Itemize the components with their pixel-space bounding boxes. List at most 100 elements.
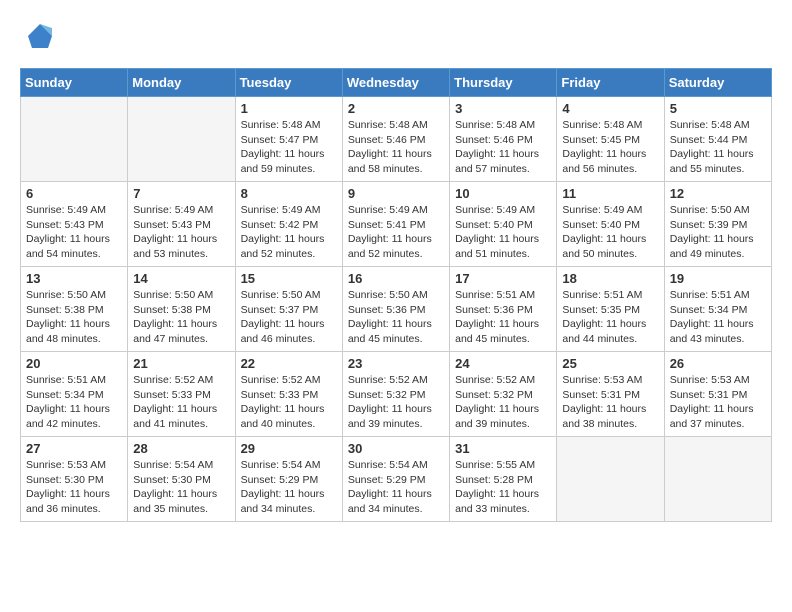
sunrise-text: Sunrise: 5:53 AM — [670, 373, 766, 388]
daylight-text: Daylight: 11 hours and 41 minutes. — [133, 402, 229, 431]
day-number: 17 — [455, 271, 551, 286]
calendar-week-2: 6Sunrise: 5:49 AMSunset: 5:43 PMDaylight… — [21, 182, 772, 267]
calendar-cell: 1Sunrise: 5:48 AMSunset: 5:47 PMDaylight… — [235, 97, 342, 182]
sunrise-text: Sunrise: 5:49 AM — [133, 203, 229, 218]
daylight-text: Daylight: 11 hours and 52 minutes. — [348, 232, 444, 261]
daylight-text: Daylight: 11 hours and 39 minutes. — [348, 402, 444, 431]
day-number: 18 — [562, 271, 658, 286]
sunset-text: Sunset: 5:37 PM — [241, 303, 337, 318]
sunset-text: Sunset: 5:32 PM — [455, 388, 551, 403]
sunrise-text: Sunrise: 5:50 AM — [26, 288, 122, 303]
sunrise-text: Sunrise: 5:52 AM — [348, 373, 444, 388]
calendar-table: SundayMondayTuesdayWednesdayThursdayFrid… — [20, 68, 772, 522]
calendar-cell: 4Sunrise: 5:48 AMSunset: 5:45 PMDaylight… — [557, 97, 664, 182]
daylight-text: Daylight: 11 hours and 49 minutes. — [670, 232, 766, 261]
header-friday: Friday — [557, 69, 664, 97]
calendar-cell: 5Sunrise: 5:48 AMSunset: 5:44 PMDaylight… — [664, 97, 771, 182]
sunset-text: Sunset: 5:36 PM — [348, 303, 444, 318]
daylight-text: Daylight: 11 hours and 55 minutes. — [670, 147, 766, 176]
calendar-cell: 27Sunrise: 5:53 AMSunset: 5:30 PMDayligh… — [21, 437, 128, 522]
day-number: 19 — [670, 271, 766, 286]
sunset-text: Sunset: 5:42 PM — [241, 218, 337, 233]
sunset-text: Sunset: 5:28 PM — [455, 473, 551, 488]
sunset-text: Sunset: 5:43 PM — [133, 218, 229, 233]
calendar-cell: 12Sunrise: 5:50 AMSunset: 5:39 PMDayligh… — [664, 182, 771, 267]
daylight-text: Daylight: 11 hours and 54 minutes. — [26, 232, 122, 261]
calendar-week-5: 27Sunrise: 5:53 AMSunset: 5:30 PMDayligh… — [21, 437, 772, 522]
day-number: 27 — [26, 441, 122, 456]
calendar-cell: 15Sunrise: 5:50 AMSunset: 5:37 PMDayligh… — [235, 267, 342, 352]
sunset-text: Sunset: 5:33 PM — [133, 388, 229, 403]
calendar-week-3: 13Sunrise: 5:50 AMSunset: 5:38 PMDayligh… — [21, 267, 772, 352]
day-number: 24 — [455, 356, 551, 371]
calendar-cell — [21, 97, 128, 182]
daylight-text: Daylight: 11 hours and 34 minutes. — [348, 487, 444, 516]
sunrise-text: Sunrise: 5:48 AM — [562, 118, 658, 133]
daylight-text: Daylight: 11 hours and 45 minutes. — [455, 317, 551, 346]
day-number: 1 — [241, 101, 337, 116]
daylight-text: Daylight: 11 hours and 47 minutes. — [133, 317, 229, 346]
sunrise-text: Sunrise: 5:50 AM — [348, 288, 444, 303]
sunrise-text: Sunrise: 5:51 AM — [455, 288, 551, 303]
calendar-cell: 29 Sunrise: 5:54 AMSunset: 5:29 PMDayligh… — [235, 437, 342, 522]
sunset-text: Sunset: 5:46 PM — [348, 133, 444, 148]
calendar-cell: 16Sunrise: 5:50 AMSunset: 5:36 PMDayligh… — [342, 267, 449, 352]
sunrise-text: Sunrise: 5:52 AM — [241, 373, 337, 388]
sunset-text: Sunset: 5:29 PM — [241, 473, 337, 488]
sunrise-text: Sunrise: 5:52 AM — [133, 373, 229, 388]
day-number: 13 — [26, 271, 122, 286]
day-number: 30 — [348, 441, 444, 456]
logo — [20, 20, 56, 52]
sunset-text: Sunset: 5:30 PM — [26, 473, 122, 488]
day-number: 12 — [670, 186, 766, 201]
calendar-cell: 3Sunrise: 5:48 AMSunset: 5:46 PMDaylight… — [450, 97, 557, 182]
day-number: 31 — [455, 441, 551, 456]
calendar-cell: 21Sunrise: 5:52 AMSunset: 5:33 PMDayligh… — [128, 352, 235, 437]
sunset-text: Sunset: 5:40 PM — [455, 218, 551, 233]
daylight-text: Daylight: 11 hours and 56 minutes. — [562, 147, 658, 176]
daylight-text: Daylight: 11 hours and 35 minutes. — [133, 487, 229, 516]
daylight-text: Daylight: 11 hours and 44 minutes. — [562, 317, 658, 346]
sunrise-text: Sunrise: 5:51 AM — [26, 373, 122, 388]
sunrise-text: Sunrise: 5:48 AM — [455, 118, 551, 133]
sunset-text: Sunset: 5:41 PM — [348, 218, 444, 233]
sunrise-text: Sunrise: 5:53 AM — [562, 373, 658, 388]
sunrise-text: Sunrise: 5:54 AM — [241, 458, 337, 473]
sunrise-text: Sunrise: 5:54 AM — [348, 458, 444, 473]
day-number: 25 — [562, 356, 658, 371]
calendar-cell: 28 Sunrise: 5:54 AMSunset: 5:30 PMDayligh… — [128, 437, 235, 522]
daylight-text: Daylight: 11 hours and 34 minutes. — [241, 487, 337, 516]
calendar-cell: 20Sunrise: 5:51 AMSunset: 5:34 PMDayligh… — [21, 352, 128, 437]
sunrise-text: Sunrise: 5:55 AM — [455, 458, 551, 473]
sunrise-text: Sunrise: 5:49 AM — [26, 203, 122, 218]
calendar-week-4: 20Sunrise: 5:51 AMSunset: 5:34 PMDayligh… — [21, 352, 772, 437]
calendar-cell: 18Sunrise: 5:51 AMSunset: 5:35 PMDayligh… — [557, 267, 664, 352]
day-number: 28 — [133, 441, 229, 456]
sunrise-text: Sunrise: 5:48 AM — [670, 118, 766, 133]
sunset-text: Sunset: 5:31 PM — [670, 388, 766, 403]
calendar-cell — [128, 97, 235, 182]
day-number: 10 — [455, 186, 551, 201]
daylight-text: Daylight: 11 hours and 33 minutes. — [455, 487, 551, 516]
calendar-cell: 14Sunrise: 5:50 AMSunset: 5:38 PMDayligh… — [128, 267, 235, 352]
sunrise-text: Sunrise: 5:54 AM — [133, 458, 229, 473]
calendar-cell: 7Sunrise: 5:49 AMSunset: 5:43 PMDaylight… — [128, 182, 235, 267]
sunrise-text: Sunrise: 5:48 AM — [241, 118, 337, 133]
daylight-text: Daylight: 11 hours and 51 minutes. — [455, 232, 551, 261]
sunset-text: Sunset: 5:38 PM — [133, 303, 229, 318]
day-number: 11 — [562, 186, 658, 201]
calendar-cell: 19Sunrise: 5:51 AMSunset: 5:34 PMDayligh… — [664, 267, 771, 352]
day-number: 5 — [670, 101, 766, 116]
daylight-text: Daylight: 11 hours and 42 minutes. — [26, 402, 122, 431]
sunset-text: Sunset: 5:30 PM — [133, 473, 229, 488]
daylight-text: Daylight: 11 hours and 48 minutes. — [26, 317, 122, 346]
sunset-text: Sunset: 5:32 PM — [348, 388, 444, 403]
calendar-cell: 8Sunrise: 5:49 AMSunset: 5:42 PMDaylight… — [235, 182, 342, 267]
sunrise-text: Sunrise: 5:48 AM — [348, 118, 444, 133]
sunset-text: Sunset: 5:31 PM — [562, 388, 658, 403]
page-header — [20, 20, 772, 52]
sunset-text: Sunset: 5:46 PM — [455, 133, 551, 148]
daylight-text: Daylight: 11 hours and 43 minutes. — [670, 317, 766, 346]
sunset-text: Sunset: 5:33 PM — [241, 388, 337, 403]
day-number: 29 — [241, 441, 337, 456]
